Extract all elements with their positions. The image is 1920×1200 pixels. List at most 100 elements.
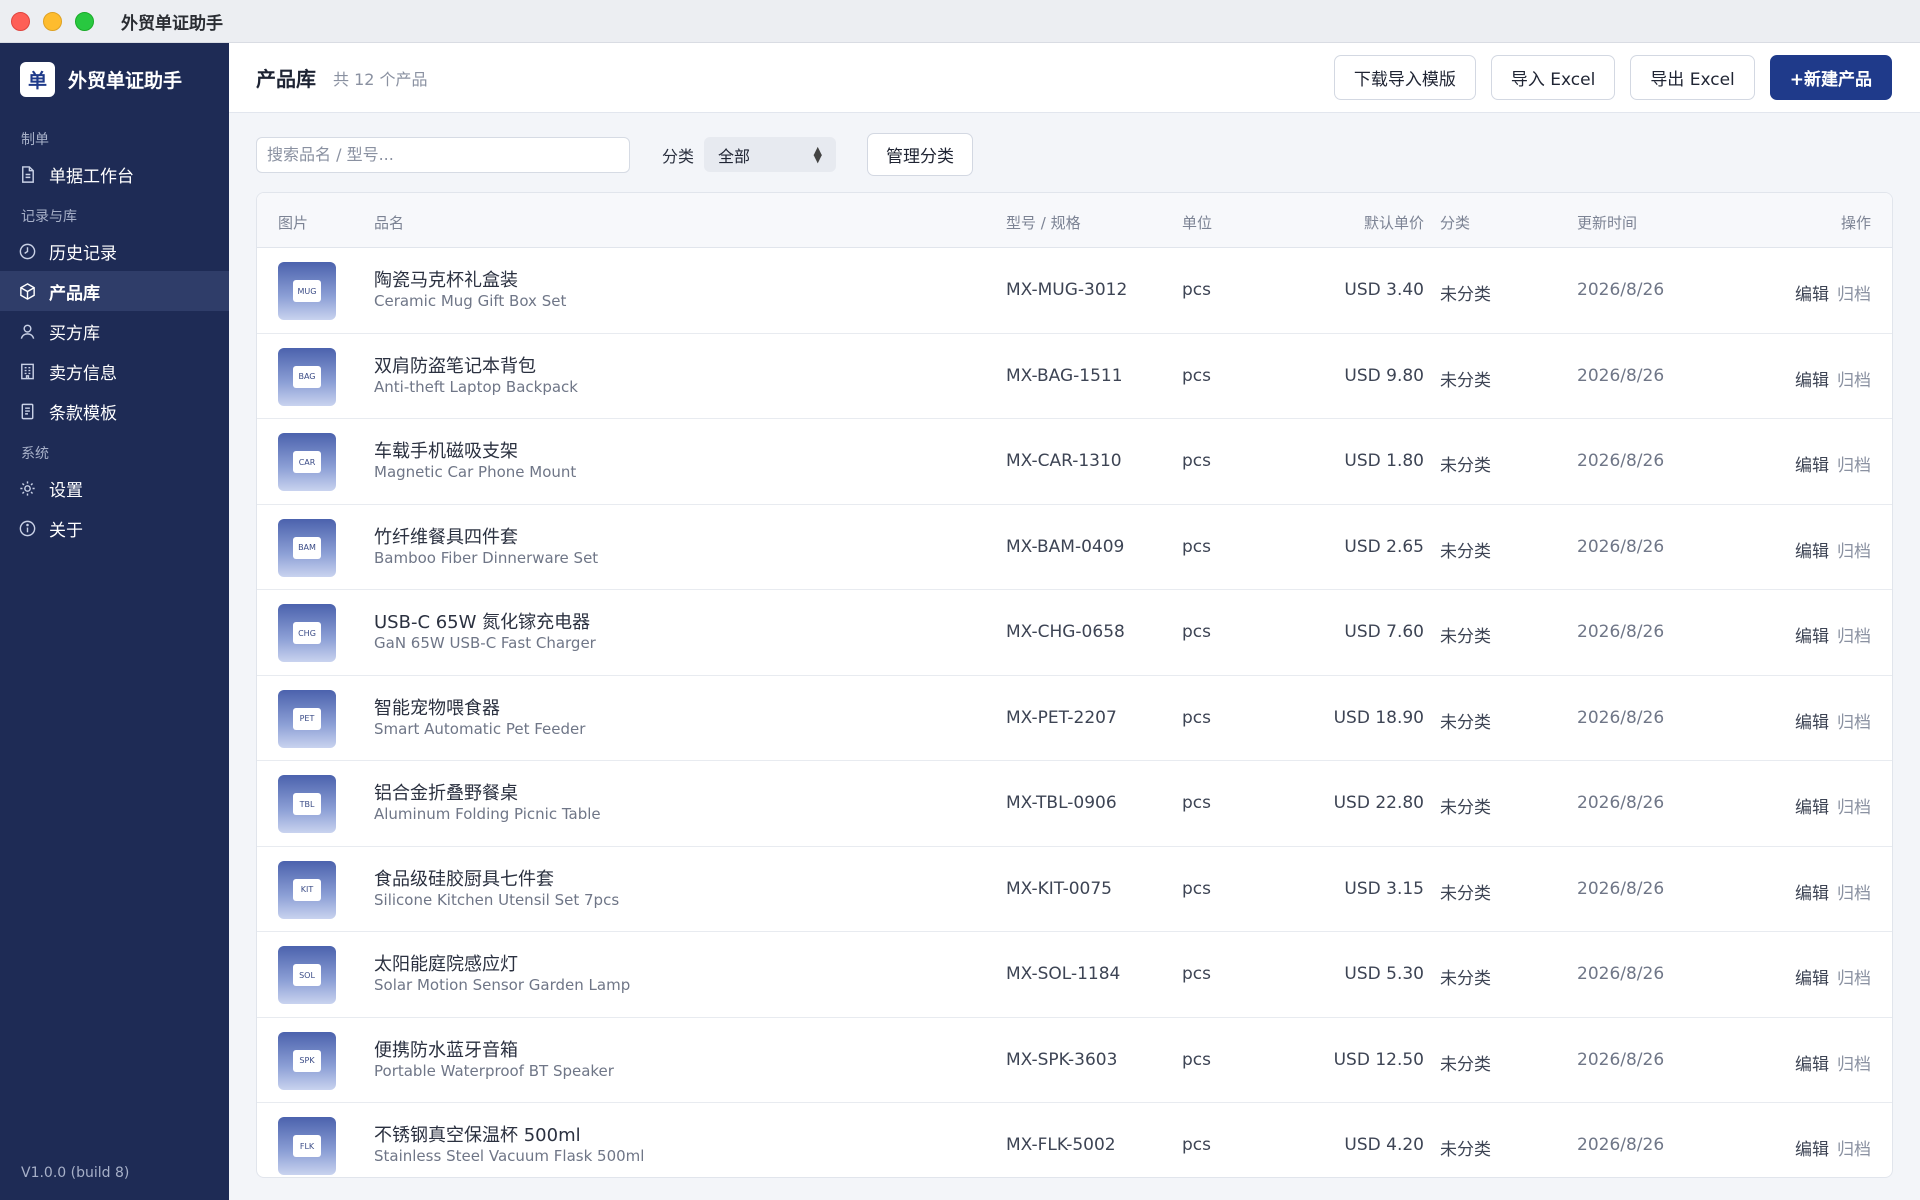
edit-link[interactable]: 编辑 <box>1795 1055 1829 1075</box>
document-icon <box>22 165 34 183</box>
product-unit: pcs <box>1182 536 1211 557</box>
product-model: MX-PET-2207 <box>1006 707 1117 728</box>
archive-link[interactable]: 归档 <box>1837 542 1871 562</box>
table-row[interactable]: SOL 太阳能庭院感应灯 Solar Motion Sensor Garden La… <box>257 932 1892 1018</box>
zoom-window-button[interactable] <box>75 11 94 31</box>
product-updated: 2026/8/26 <box>1577 793 1665 813</box>
product-updated: 2026/8/26 <box>1577 451 1665 471</box>
close-window-button[interactable] <box>11 11 30 31</box>
sidebar-item-label: 条款模板 <box>49 403 117 424</box>
table-row[interactable]: FLK 不锈钢真空保温杯 500ml Stainless Steel Vacuum … <box>257 1103 1892 1177</box>
table-body: MUG 陶瓷马克杯礼盒装 Ceramic Mug Gift Box Set MX-MU… <box>257 248 1892 1177</box>
page-header: 产品库 共 12 个产品 下载导入模版 导入 Excel 导出 Excel +新… <box>229 43 1920 113</box>
sidebar-item-settings[interactable]: 设置 <box>0 468 229 508</box>
product-model: MX-CAR-1310 <box>1006 451 1122 471</box>
edit-link[interactable]: 编辑 <box>1795 456 1829 476</box>
thumbnail-code: KIT <box>293 878 321 901</box>
archive-link[interactable]: 归档 <box>1837 1140 1871 1160</box>
product-name-zh: 车载手机磁吸支架 <box>374 441 518 462</box>
edit-link[interactable]: 编辑 <box>1795 884 1829 904</box>
edit-link[interactable]: 编辑 <box>1795 627 1829 647</box>
row-actions: 编辑 归档 <box>1795 964 1871 989</box>
product-name-en: Smart Automatic Pet Feeder <box>374 719 586 738</box>
edit-link[interactable]: 编辑 <box>1795 1140 1829 1160</box>
sidebar-item-terms[interactable]: 条款模板 <box>0 391 229 431</box>
product-updated: 2026/8/26 <box>1577 1135 1665 1155</box>
import-excel-button[interactable]: 导入 Excel <box>1490 55 1616 100</box>
page-title: 产品库 <box>256 67 316 91</box>
product-count: 共 12 个产品 <box>333 69 428 89</box>
thumbnail-code: CHG <box>293 622 321 644</box>
sidebar-item-products[interactable]: 产品库 <box>0 271 229 311</box>
table-row[interactable]: TBL 铝合金折叠野餐桌 Aluminum Folding Picnic Table… <box>257 761 1892 847</box>
edit-link[interactable]: 编辑 <box>1795 285 1829 305</box>
product-thumbnail: BAG <box>278 347 336 406</box>
archive-link[interactable]: 归档 <box>1837 969 1871 989</box>
edit-link[interactable]: 编辑 <box>1795 798 1829 818</box>
product-updated: 2026/8/26 <box>1577 536 1665 557</box>
edit-link[interactable]: 编辑 <box>1795 371 1829 391</box>
search-input[interactable] <box>256 136 630 173</box>
sidebar-item-label: 关于 <box>49 520 83 541</box>
product-model: MX-CHG-0658 <box>1006 622 1125 642</box>
table-row[interactable]: KIT 食品级硅胶厨具七件套 Silicone Kitchen Utensil Se… <box>257 847 1892 932</box>
sidebar-item-about[interactable]: 关于 <box>0 508 229 548</box>
sidebar-item-workbench[interactable]: 单据工作台 <box>0 154 229 194</box>
archive-link[interactable]: 归档 <box>1837 798 1871 818</box>
edit-link[interactable]: 编辑 <box>1795 542 1829 562</box>
sidebar-item-buyers[interactable]: 买方库 <box>0 311 229 351</box>
product-price: USD 3.15 <box>1344 878 1424 899</box>
product-unit: pcs <box>1182 280 1211 300</box>
archive-link[interactable]: 归档 <box>1837 285 1871 305</box>
product-updated: 2026/8/26 <box>1577 622 1665 642</box>
table-row[interactable]: BAG 双肩防盗笔记本背包 Anti-theft Laptop Backpack MX… <box>257 334 1892 419</box>
thumbnail-code: FLK <box>293 1135 321 1157</box>
product-price: USD 12.50 <box>1333 1049 1424 1070</box>
box-icon <box>20 282 35 300</box>
sidebar-item-label: 设置 <box>49 480 83 501</box>
sidebar-item-label: 历史记录 <box>49 243 117 264</box>
window-title: 外贸单证助手 <box>121 13 223 34</box>
table-row[interactable]: CHG USB-C 65W 氮化镓充电器 GaN 65W USB-C Fast Ch… <box>257 590 1892 676</box>
manage-categories-button[interactable]: 管理分类 <box>867 133 974 176</box>
edit-link[interactable]: 编辑 <box>1795 969 1829 989</box>
edit-link[interactable]: 编辑 <box>1795 713 1829 733</box>
table-row[interactable]: PET 智能宠物喂食器 Smart Automatic Pet Feeder MX-P… <box>257 676 1892 761</box>
sidebar-item-seller[interactable]: 卖方信息 <box>0 351 229 391</box>
brand: 单 外贸单证助手 <box>0 43 229 115</box>
row-actions: 编辑 归档 <box>1795 1135 1871 1160</box>
sidebar-item-history[interactable]: 历史记录 <box>0 231 229 271</box>
archive-link[interactable]: 归档 <box>1837 884 1871 904</box>
minimize-window-button[interactable] <box>43 11 62 31</box>
product-updated: 2026/8/26 <box>1577 707 1665 728</box>
table-row[interactable]: BAM 竹纤维餐具四件套 Bamboo Fiber Dinnerware Set MX… <box>257 505 1892 590</box>
category-select[interactable]: 全部 ▲ ▼ <box>704 137 837 172</box>
gear-icon <box>20 480 35 496</box>
table-row[interactable]: SPK 便携防水蓝牙音箱 Portable Waterproof BT Speake… <box>257 1018 1892 1103</box>
row-actions: 编辑 归档 <box>1795 280 1871 305</box>
product-model: MX-SPK-3603 <box>1006 1049 1118 1070</box>
sidebar-section-make: 制单 <box>21 132 49 148</box>
row-actions: 编辑 归档 <box>1795 793 1871 818</box>
column-header-updated: 更新时间 <box>1577 214 1638 232</box>
product-updated: 2026/8/26 <box>1577 878 1665 899</box>
table-row[interactable]: CAR 车载手机磁吸支架 Magnetic Car Phone Mount MX-CA… <box>257 419 1892 505</box>
archive-link[interactable]: 归档 <box>1837 1055 1871 1075</box>
template-icon <box>21 403 34 419</box>
archive-link[interactable]: 归档 <box>1837 713 1871 733</box>
archive-link[interactable]: 归档 <box>1837 456 1871 476</box>
table-row[interactable]: MUG 陶瓷马克杯礼盒装 Ceramic Mug Gift Box Set MX-MU… <box>257 248 1892 334</box>
app-name: 外贸单证助手 <box>68 69 183 92</box>
product-name-en: Stainless Steel Vacuum Flask 500ml <box>374 1147 645 1165</box>
product-model: MX-SOL-1184 <box>1006 964 1121 984</box>
new-product-button[interactable]: +新建产品 <box>1769 55 1892 100</box>
product-updated: 2026/8/26 <box>1577 1049 1665 1070</box>
product-category: 未分类 <box>1440 883 1491 904</box>
archive-link[interactable]: 归档 <box>1837 371 1871 391</box>
product-price: USD 5.30 <box>1344 964 1424 984</box>
export-excel-button[interactable]: 导出 Excel <box>1630 55 1755 100</box>
header-actions: 下载导入模版 导入 Excel 导出 Excel +新建产品 <box>1333 55 1892 100</box>
download-template-button[interactable]: 下载导入模版 <box>1333 55 1476 100</box>
product-thumbnail: CHG <box>278 604 336 662</box>
archive-link[interactable]: 归档 <box>1837 627 1871 647</box>
